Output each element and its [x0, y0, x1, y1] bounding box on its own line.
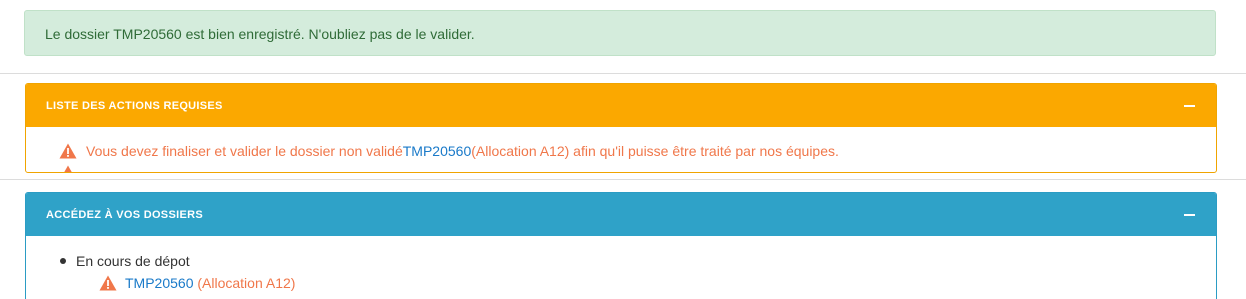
dossier-group: En cours de dépot — [59, 250, 1216, 272]
required-actions-panel-title: LISTE DES ACTIONS REQUISES — [46, 99, 223, 112]
minus-icon[interactable] — [1182, 99, 1196, 113]
required-actions-panel-heading[interactable]: LISTE DES ACTIONS REQUISES — [26, 84, 1216, 127]
minus-icon[interactable] — [1182, 208, 1196, 222]
dossier-group-list: En cours de dépot TMP20560 (Allocation A… — [59, 250, 1216, 294]
success-alert-message: Le dossier TMP20560 est bien enregistré.… — [45, 26, 475, 42]
page: Le dossier TMP20560 est bien enregistré.… — [0, 0, 1246, 299]
required-action-text-suffix: (Allocation A12) afin qu'il puisse être … — [471, 143, 839, 159]
required-action-dossier-link[interactable]: TMP20560 — [403, 143, 471, 159]
divider — [0, 73, 1246, 74]
warning-triangle-icon — [64, 165, 72, 172]
divider — [0, 179, 1246, 180]
required-action-text-prefix: Vous devez finaliser et valider le dossi… — [86, 143, 403, 159]
required-action-item-clipped — [59, 163, 1216, 172]
success-alert: Le dossier TMP20560 est bien enregistré.… — [24, 10, 1216, 56]
warning-triangle-icon — [99, 275, 117, 291]
dossiers-panel-title: ACCÉDEZ À VOS DOSSIERS — [46, 208, 203, 221]
dossier-group-label: En cours de dépot — [76, 253, 190, 269]
required-action-item: Vous devez finaliser et valider le dossi… — [59, 141, 1216, 161]
dossiers-panel-body: En cours de dépot TMP20560 (Allocation A… — [26, 236, 1216, 294]
required-actions-panel: LISTE DES ACTIONS REQUISES Vous devez fi… — [25, 83, 1217, 173]
warning-triangle-icon — [59, 143, 77, 159]
dossiers-panel: ACCÉDEZ À VOS DOSSIERS En cours de dépot… — [25, 192, 1217, 299]
dossiers-panel-heading[interactable]: ACCÉDEZ À VOS DOSSIERS — [26, 193, 1216, 236]
required-actions-panel-body: Vous devez finaliser et valider le dossi… — [26, 127, 1216, 172]
dossier-link[interactable]: TMP20560 — [125, 275, 193, 291]
dossier-item: TMP20560 (Allocation A12) — [99, 272, 1216, 294]
dossier-detail: (Allocation A12) — [197, 275, 296, 291]
bullet-icon — [60, 258, 66, 264]
